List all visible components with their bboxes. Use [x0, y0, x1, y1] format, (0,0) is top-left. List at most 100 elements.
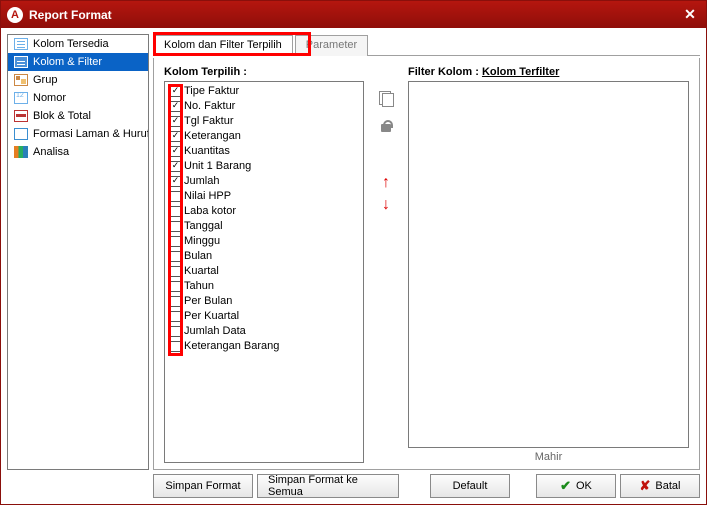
group-icon	[14, 74, 28, 86]
sidebar-item-kolom-tersedia[interactable]: Kolom Tersedia	[8, 35, 148, 53]
checkbox[interactable]	[170, 176, 181, 187]
list-item-label: Tahun	[184, 279, 214, 294]
batal-button[interactable]: ✘Batal	[620, 474, 700, 498]
checkbox[interactable]	[170, 236, 181, 247]
sidebar-item-label: Kolom & Filter	[33, 56, 102, 68]
checkbox[interactable]	[170, 251, 181, 262]
app-icon: A	[7, 7, 23, 23]
list-item[interactable]: Per Bulan	[168, 294, 360, 309]
list-item[interactable]: Keterangan	[168, 129, 360, 144]
chart-icon	[14, 146, 28, 158]
list-item[interactable]: Bulan	[168, 249, 360, 264]
list-item[interactable]: Jumlah	[168, 174, 360, 189]
list-item-label: Minggu	[184, 234, 220, 249]
sidebar-item-label: Analisa	[33, 146, 69, 158]
check-icon: ✔	[560, 478, 571, 494]
checkbox[interactable]	[170, 191, 181, 202]
sidebar-item-label: Formasi Laman & Huruf	[33, 128, 148, 140]
list-item[interactable]: Laba kotor	[168, 204, 360, 219]
simpan-format-button[interactable]: Simpan Format	[153, 474, 253, 498]
list-item-label: Tanggal	[184, 219, 223, 234]
sidebar-item-grup[interactable]: Grup	[8, 71, 148, 89]
list-item-label: Per Bulan	[184, 294, 232, 309]
sidebar-item-label: Nomor	[33, 92, 66, 104]
default-button[interactable]: Default	[430, 474, 510, 498]
list-item[interactable]: Minggu	[168, 234, 360, 249]
checkbox[interactable]	[170, 341, 181, 352]
tab-kolom-filter-terpilih[interactable]: Kolom dan Filter Terpilih	[153, 35, 293, 56]
list-item-label: Kuantitas	[184, 144, 230, 159]
checkbox[interactable]	[170, 206, 181, 217]
copy-icon	[378, 90, 394, 106]
sidebar: Kolom Tersedia Kolom & Filter Grup Nomor…	[7, 34, 149, 470]
list-item-label: Bulan	[184, 249, 212, 264]
ok-button[interactable]: ✔OK	[536, 474, 616, 498]
filter-kolom-section: Filter Kolom : Kolom Terfilter Mahir	[408, 66, 689, 463]
list-item[interactable]: Per Kuartal	[168, 309, 360, 324]
titlebar: A Report Format ✕	[1, 1, 706, 28]
filter-kolom-list[interactable]	[408, 81, 689, 448]
move-up-button[interactable]: ↑	[382, 176, 390, 190]
list-item[interactable]: Tgl Faktur	[168, 114, 360, 129]
sidebar-item-analisa[interactable]: Analisa	[8, 143, 148, 161]
close-button[interactable]: ✕	[680, 5, 700, 25]
sidebar-item-kolom-filter[interactable]: Kolom & Filter	[8, 53, 148, 71]
list-item-label: Per Kuartal	[184, 309, 239, 324]
list-item[interactable]: Jumlah Data	[168, 324, 360, 339]
checkbox[interactable]	[170, 281, 181, 292]
move-down-button[interactable]: ↓	[382, 198, 390, 212]
sidebar-item-formasi[interactable]: Formasi Laman & Huruf	[8, 125, 148, 143]
list-item[interactable]: Tipe Faktur	[168, 84, 360, 99]
list-item-label: Nilai HPP	[184, 189, 231, 204]
list-item[interactable]: Kuartal	[168, 264, 360, 279]
copy-button[interactable]	[376, 88, 396, 108]
sidebar-item-label: Blok & Total	[33, 110, 91, 122]
page-icon	[14, 128, 28, 140]
x-icon: ✘	[640, 478, 651, 494]
filter-kolom-title: Filter Kolom : Kolom Terfilter	[408, 66, 689, 78]
window-title: Report Format	[29, 8, 112, 22]
checkbox[interactable]	[170, 146, 181, 157]
tab-parameter[interactable]: Parameter	[295, 35, 368, 56]
advanced-label: Mahir	[408, 448, 689, 463]
doc-icon	[14, 38, 28, 50]
list-item[interactable]: Tanggal	[168, 219, 360, 234]
checkbox[interactable]	[170, 116, 181, 127]
list-item-label: Keterangan	[184, 129, 241, 144]
checkbox[interactable]	[170, 311, 181, 322]
checkbox[interactable]	[170, 296, 181, 307]
sidebar-item-label: Kolom Tersedia	[33, 38, 109, 50]
report-format-window: A Report Format ✕ Kolom Tersedia Kolom &…	[0, 0, 707, 505]
list-item[interactable]: No. Faktur	[168, 99, 360, 114]
list-item-label: No. Faktur	[184, 99, 235, 114]
checkbox[interactable]	[170, 266, 181, 277]
list-item[interactable]: Unit 1 Barang	[168, 159, 360, 174]
checkbox[interactable]	[170, 101, 181, 112]
kolom-terpilih-title: Kolom Terpilih :	[164, 66, 364, 78]
checkbox[interactable]	[170, 161, 181, 172]
kolom-terfilter-link[interactable]: Kolom Terfilter	[482, 66, 559, 78]
list-item-label: Jumlah	[184, 174, 219, 189]
checkbox[interactable]	[170, 326, 181, 337]
main: Kolom dan Filter Terpilih Parameter Kolo…	[153, 34, 700, 470]
filter-icon	[14, 56, 28, 68]
kolom-terpilih-section: Kolom Terpilih : Tipe FakturNo. FakturTg…	[164, 66, 364, 463]
sidebar-item-blok-total[interactable]: Blok & Total	[8, 107, 148, 125]
list-item[interactable]: Kuantitas	[168, 144, 360, 159]
checkbox[interactable]	[170, 221, 181, 232]
checkbox[interactable]	[170, 86, 181, 97]
footer: Simpan Format Simpan Format ke Semua Def…	[1, 470, 706, 504]
list-item[interactable]: Keterangan Barang	[168, 339, 360, 354]
list-item-label: Keterangan Barang	[184, 339, 279, 354]
list-item[interactable]: Nilai HPP	[168, 189, 360, 204]
list-item-label: Laba kotor	[184, 204, 236, 219]
sidebar-item-nomor[interactable]: Nomor	[8, 89, 148, 107]
checkbox[interactable]	[170, 131, 181, 142]
list-item-label: Tgl Faktur	[184, 114, 234, 129]
kolom-terpilih-list[interactable]: Tipe FakturNo. FakturTgl FakturKeteranga…	[164, 81, 364, 463]
list-item[interactable]: Tahun	[168, 279, 360, 294]
tab-panel: Kolom Terpilih : Tipe FakturNo. FakturTg…	[153, 58, 700, 470]
simpan-format-semua-button[interactable]: Simpan Format ke Semua	[257, 474, 399, 498]
list-item-label: Jumlah Data	[184, 324, 246, 339]
lock-button[interactable]	[376, 116, 396, 136]
